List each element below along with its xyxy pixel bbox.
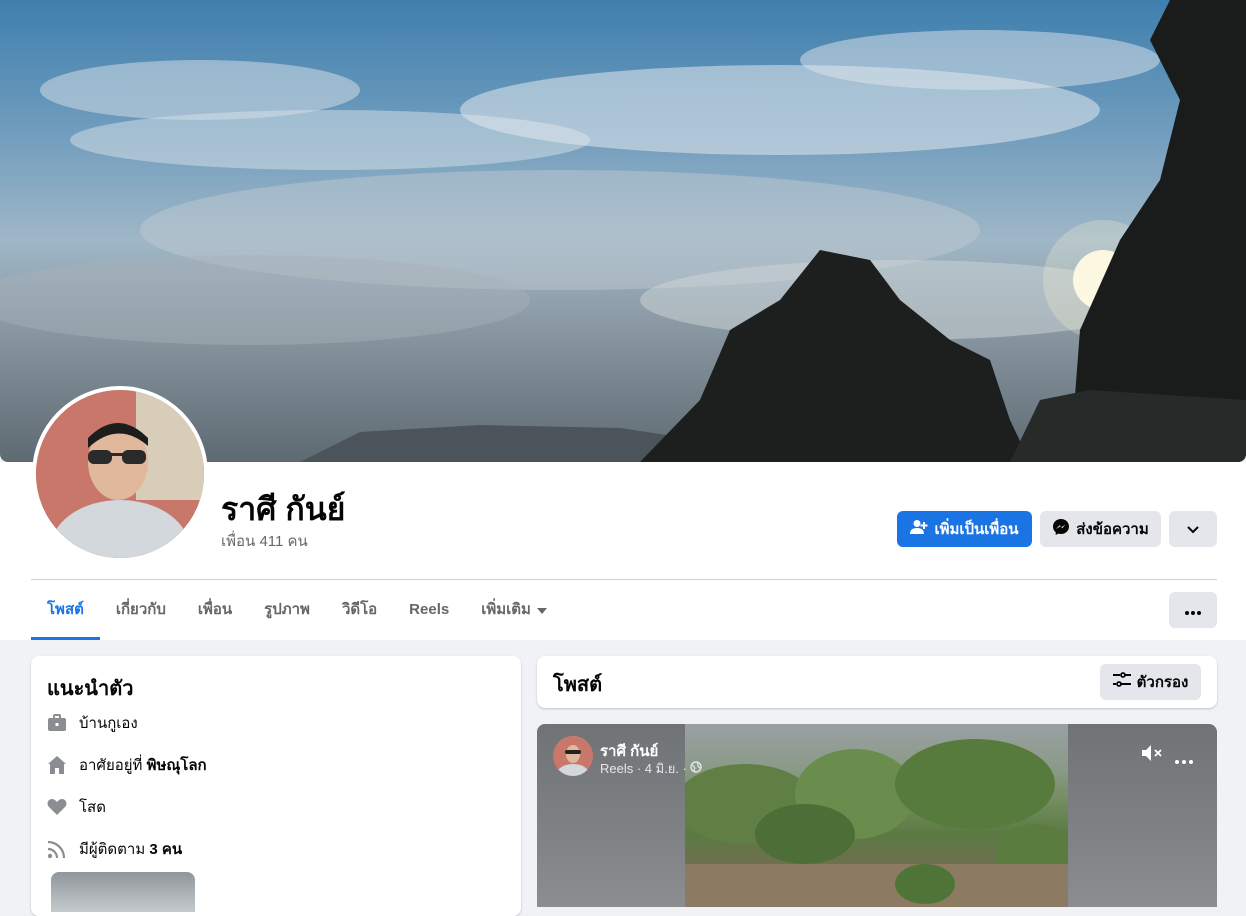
cover-photo[interactable] [0, 0, 1246, 462]
tab-photos[interactable]: รูปภาพ [248, 580, 326, 640]
featured-photo[interactable] [51, 872, 195, 912]
lives-city[interactable]: พิษณุโลก [147, 757, 207, 774]
intro-card: แนะนำตัว บ้านกูเอง อาศัยอยู่ที่ พิษณุโลก… [31, 656, 521, 916]
tab-posts[interactable]: โพสต์ [31, 580, 100, 640]
posts-header-card: โพสต์ ตัวกรอง [537, 656, 1217, 708]
rss-icon [47, 839, 67, 859]
filter-icon [1112, 672, 1131, 692]
intro-workplace: บ้านกูเอง [47, 711, 138, 735]
posts-title: โพสต์ [553, 674, 603, 696]
tab-reels[interactable]: Reels [393, 580, 465, 640]
tab-more-label: เพิ่มเติม [481, 601, 531, 618]
message-button[interactable]: ส่งข้อความ [1040, 511, 1161, 547]
workplace-text: บ้านกูเอง [79, 715, 138, 732]
heart-icon [47, 797, 67, 817]
add-friend-button[interactable]: เพิ่มเป็นเพื่อน [897, 511, 1032, 547]
avatar-portrait [36, 390, 204, 558]
friend-count[interactable]: เพื่อน 411 คน [221, 529, 308, 553]
followers-prefix: มีผู้ติดตาม [79, 841, 150, 858]
mute-icon[interactable] [1141, 744, 1163, 767]
filter-button[interactable]: ตัวกรอง [1100, 664, 1201, 700]
relationship-text: โสด [79, 799, 106, 816]
tab-friends[interactable]: เพื่อน [182, 580, 248, 640]
reel-post[interactable]: ราศี กันย์ Reels · 4 มิ.ย. · [537, 724, 1217, 907]
profile-options-button[interactable] [1169, 511, 1217, 547]
intro-followers: มีผู้ติดตาม 3 คน [47, 837, 182, 861]
more-icon [1185, 602, 1201, 619]
intro-title: แนะนำตัว [47, 678, 134, 700]
followers-count[interactable]: 3 คน [149, 841, 182, 858]
reel-author-avatar[interactable] [553, 736, 593, 776]
add-friend-label: เพิ่มเป็นเพื่อน [934, 521, 1019, 538]
chevron-down-icon [1187, 521, 1199, 538]
cover-scenery [0, 0, 1246, 462]
reel-more-icon[interactable] [1175, 751, 1193, 769]
message-label: ส่งข้อความ [1076, 521, 1149, 538]
profile-avatar[interactable] [32, 386, 208, 562]
globe-icon [690, 761, 702, 776]
profile-name: ราศี กันย์ [221, 491, 346, 527]
tabs-more-button[interactable] [1169, 592, 1217, 628]
reel-meta-text[interactable]: Reels · 4 มิ.ย. · [600, 758, 687, 779]
tab-videos[interactable]: วิดีโอ [326, 580, 393, 640]
briefcase-icon [47, 713, 67, 733]
add-friend-icon [910, 519, 928, 539]
intro-lives: อาศัยอยู่ที่ พิษณุโลก [47, 753, 207, 777]
lives-prefix: อาศัยอยู่ที่ [79, 757, 147, 774]
tab-more[interactable]: เพิ่มเติม [465, 580, 563, 640]
home-icon [47, 755, 67, 775]
reel-video[interactable] [685, 724, 1068, 907]
tab-about[interactable]: เกี่ยวกับ [100, 580, 182, 640]
filter-label: ตัวกรอง [1136, 674, 1189, 691]
intro-relationship: โสด [47, 795, 106, 819]
profile-tabs: โพสต์ เกี่ยวกับ เพื่อน รูปภาพ วิดีโอ Ree… [31, 580, 563, 640]
reel-meta: Reels · 4 มิ.ย. · [600, 758, 702, 779]
messenger-icon [1052, 518, 1070, 540]
caret-down-icon [536, 580, 547, 640]
lives-text: อาศัยอยู่ที่ พิษณุโลก [79, 753, 207, 777]
reel-scene [685, 739, 1068, 907]
avatar [36, 390, 204, 558]
followers-text: มีผู้ติดตาม 3 คน [79, 837, 182, 861]
